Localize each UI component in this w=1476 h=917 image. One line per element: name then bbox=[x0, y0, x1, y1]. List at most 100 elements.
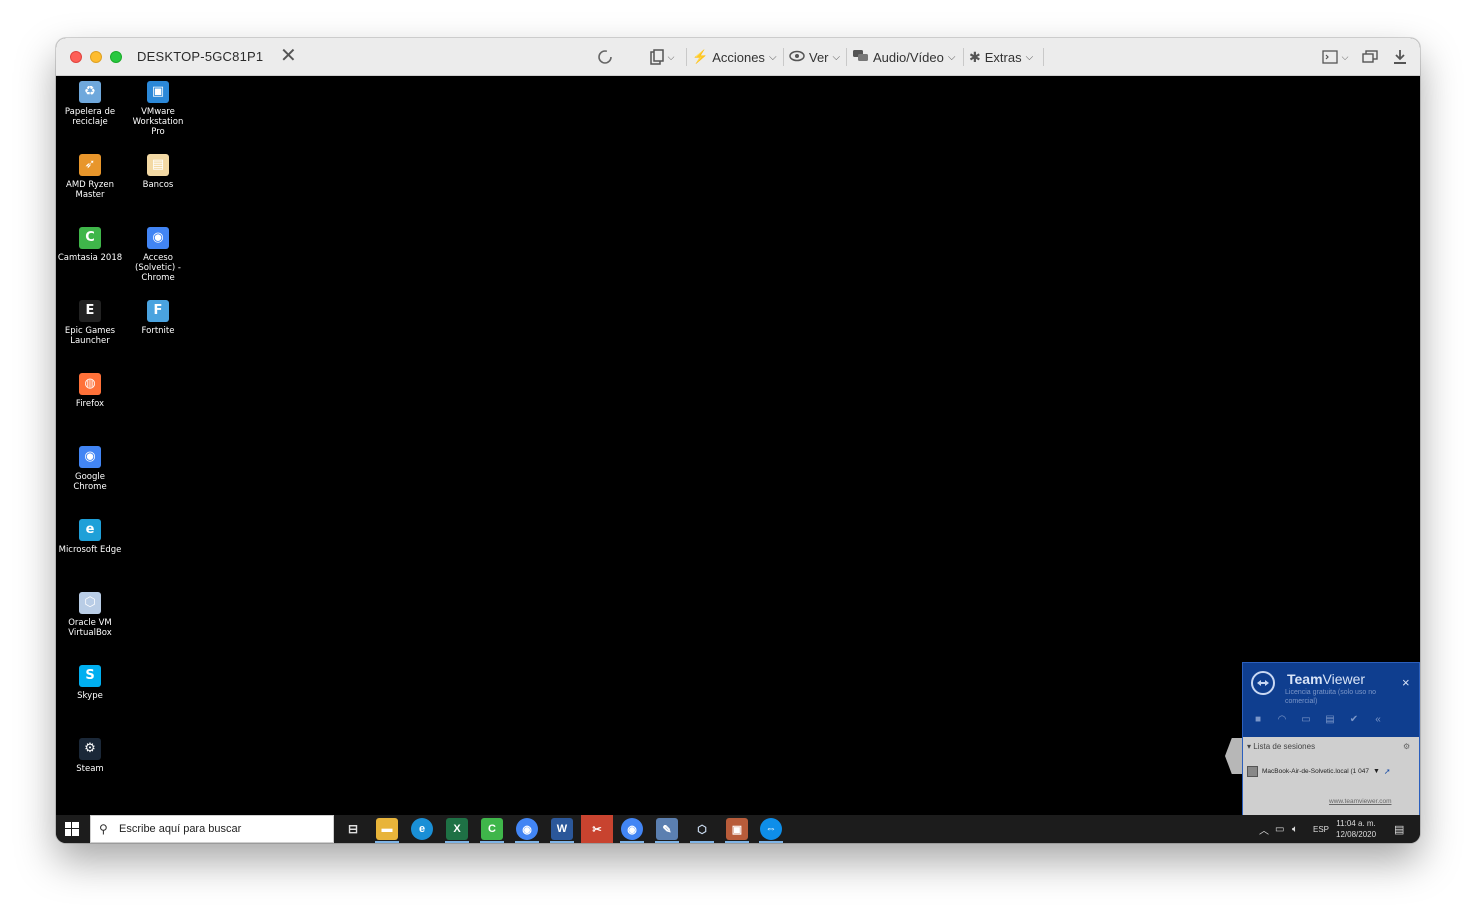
puzzle-icon: ✱ bbox=[969, 48, 981, 65]
menu-extras[interactable]: ✱ Extras ⌵ bbox=[969, 47, 1033, 67]
recycle-bin-icon: ♻ bbox=[79, 81, 101, 103]
desktop-icon-label: Google Chrome bbox=[73, 472, 107, 492]
steam-icon: ⚙ bbox=[79, 738, 101, 760]
desktop-icon-steam[interactable]: ⚙ Steam bbox=[57, 738, 123, 774]
desktop-icon-label: Oracle VM VirtualBox bbox=[68, 618, 112, 638]
collapse-icon[interactable]: « bbox=[1372, 714, 1384, 726]
desktop-icon-bancos-file[interactable]: ▤ Bancos bbox=[125, 154, 191, 190]
menu-acciones[interactable]: ⚡ Acciones ⌵ bbox=[692, 47, 777, 67]
toolbar-separator bbox=[783, 48, 784, 66]
teamviewer-panel: TeamViewer Licencia gratuita (solo uso n… bbox=[1242, 662, 1420, 815]
file-explorer-icon[interactable]: ▬ bbox=[376, 818, 398, 840]
desktop-icon-fortnite[interactable]: F Fortnite bbox=[125, 300, 191, 336]
active-indicator bbox=[550, 841, 574, 843]
excel-icon[interactable]: X bbox=[446, 818, 468, 840]
teamviewer-header: TeamViewer Licencia gratuita (solo uso n… bbox=[1243, 663, 1419, 737]
teamviewer-taskbar-icon[interactable]: ⇔ bbox=[760, 818, 782, 840]
camtasia-taskbar-icon[interactable]: C bbox=[481, 818, 503, 840]
chat-icon[interactable]: ▭ bbox=[1300, 714, 1312, 726]
active-indicator bbox=[445, 841, 469, 843]
chevron-down-icon: ⌵ bbox=[1025, 51, 1034, 63]
refresh-icon[interactable] bbox=[595, 47, 615, 67]
teamviewer-website-link[interactable]: www.teamviewer.com bbox=[1329, 798, 1392, 805]
toolbar-separator bbox=[686, 48, 687, 66]
task-view-icon[interactable]: ⊟ bbox=[342, 818, 364, 840]
app-taskbar-icon[interactable]: ▣ bbox=[726, 818, 748, 840]
chrome-profile-taskbar-icon[interactable]: ◉ bbox=[621, 818, 643, 840]
virtualbox-taskbar-icon[interactable]: ⬡ bbox=[691, 818, 713, 840]
desktop-icon-chrome-profile[interactable]: ◉ Acceso (Solvetic) - Chrome bbox=[125, 227, 191, 283]
desktop-icon-firefox[interactable]: ◍ Firefox bbox=[57, 373, 123, 409]
skype-icon: S bbox=[79, 665, 101, 687]
close-session-icon[interactable]: ✕ bbox=[280, 45, 297, 67]
computer-icon bbox=[1247, 765, 1258, 777]
amd-ryzen-icon: ➶ bbox=[79, 154, 101, 176]
session-row[interactable]: MacBook-Air-de-Solvetic.local (1 047 ▼ ➚ bbox=[1247, 763, 1415, 779]
desktop-icon-label: Skype bbox=[77, 691, 103, 701]
desktop-icon-epic-games[interactable]: E Epic Games Launcher bbox=[57, 300, 123, 346]
dropdown-arrow-icon[interactable]: ▼ bbox=[1373, 768, 1380, 775]
taskbar-search[interactable]: ⚲ Escribe aquí para buscar bbox=[90, 815, 334, 843]
volume-icon[interactable]: 🔈︎ bbox=[1292, 815, 1298, 843]
menu-ver[interactable]: Ver ⌵ bbox=[789, 47, 840, 67]
active-indicator bbox=[515, 841, 539, 843]
desktop-icon-label: Firefox bbox=[75, 399, 105, 409]
minimize-window-button[interactable] bbox=[90, 51, 102, 63]
remote-desktop: ♻ Papelera de reciclaje ▣ VMware Workstatio… bbox=[56, 76, 1420, 815]
network-icon[interactable]: ▭ bbox=[1275, 815, 1284, 843]
menu-audio-video[interactable]: Audio/Vídeo ⌵ bbox=[852, 47, 955, 67]
taskbar: ⚲ Escribe aquí para buscar ⊟ ▬ e X C ◉ W… bbox=[56, 815, 1420, 843]
chevron-down-icon: ⌵ bbox=[768, 51, 777, 63]
cursor-icon: ➚ bbox=[1383, 766, 1391, 776]
edge-taskbar-icon[interactable]: e bbox=[411, 818, 433, 840]
active-indicator bbox=[655, 841, 679, 843]
tray-chevron-up-icon[interactable]: ︿ bbox=[1259, 815, 1269, 843]
video-icon[interactable]: ■ bbox=[1252, 714, 1264, 726]
teamviewer-close-icon[interactable]: × bbox=[1402, 675, 1410, 690]
notifications-icon[interactable]: ▤ bbox=[1394, 815, 1404, 843]
desktop-icon-edge[interactable]: e Microsoft Edge bbox=[57, 519, 123, 555]
windows-start-icon[interactable] bbox=[65, 822, 79, 836]
settings-gear-icon[interactable]: ⚙ bbox=[1403, 742, 1410, 751]
language-indicator[interactable]: ESP bbox=[1313, 815, 1329, 843]
session-list-header[interactable]: ▾ Lista de sesiones bbox=[1247, 742, 1315, 751]
notepad-icon[interactable]: ✎ bbox=[656, 818, 678, 840]
menu-label: Extras bbox=[984, 49, 1022, 65]
desktop-icon-vmware[interactable]: ▣ VMware Workstation Pro bbox=[125, 81, 191, 137]
menu-label: Audio/Vídeo bbox=[873, 49, 944, 65]
chevron-down-icon: ⌵ bbox=[947, 51, 956, 63]
clipboard-dropdown-icon[interactable]: ⌵ bbox=[646, 47, 678, 67]
teamviewer-brand: TeamViewer bbox=[1287, 671, 1366, 687]
close-window-button[interactable] bbox=[70, 51, 82, 63]
chrome-profile-icon: ◉ bbox=[147, 227, 169, 249]
word-icon[interactable]: W bbox=[551, 818, 573, 840]
files-icon[interactable]: ▤ bbox=[1324, 714, 1336, 726]
clock[interactable]: 11:04 a. m. 12/08/2020 bbox=[1336, 815, 1376, 843]
chrome-icon: ◉ bbox=[79, 446, 101, 468]
desktop-icon-amd-ryzen[interactable]: ➶ AMD Ryzen Master bbox=[57, 154, 123, 200]
desktop-icon-recycle-bin[interactable]: ♻ Papelera de reciclaje bbox=[57, 81, 123, 127]
desktop-icon-label: Papelera de reciclaje bbox=[64, 107, 116, 127]
search-placeholder: Escribe aquí para buscar bbox=[119, 823, 242, 835]
desktop-icon-label: Microsoft Edge bbox=[58, 545, 122, 555]
desktop-icon-chrome[interactable]: ◉ Google Chrome bbox=[57, 446, 123, 492]
headset-icon[interactable]: ◠ bbox=[1276, 714, 1288, 726]
desktop-icon-camtasia[interactable]: C Camtasia 2018 bbox=[57, 227, 123, 263]
chrome-taskbar-icon[interactable]: ◉ bbox=[516, 818, 538, 840]
desktop-icon-label: VMware Workstation Pro bbox=[132, 107, 184, 137]
actions-icon[interactable]: ✔ bbox=[1348, 714, 1360, 726]
desktop-icon-virtualbox[interactable]: ⬡ Oracle VM VirtualBox bbox=[57, 592, 123, 638]
download-icon[interactable] bbox=[1390, 47, 1410, 67]
snipping-tool-icon[interactable]: ✂ bbox=[581, 815, 613, 843]
desktop-icon-skype[interactable]: S Skype bbox=[57, 665, 123, 701]
zoom-window-button[interactable] bbox=[110, 51, 122, 63]
camtasia-icon: C bbox=[79, 227, 101, 249]
display-icon[interactable] bbox=[1360, 47, 1380, 67]
active-indicator bbox=[690, 841, 714, 843]
desktop-icon-label: Steam bbox=[76, 764, 104, 774]
bolt-icon: ⚡ bbox=[692, 49, 709, 64]
active-indicator bbox=[620, 841, 644, 843]
terminal-dropdown-icon[interactable]: ⌵ bbox=[1318, 47, 1352, 67]
bancos-file-icon: ▤ bbox=[147, 154, 169, 176]
active-indicator bbox=[759, 841, 783, 843]
